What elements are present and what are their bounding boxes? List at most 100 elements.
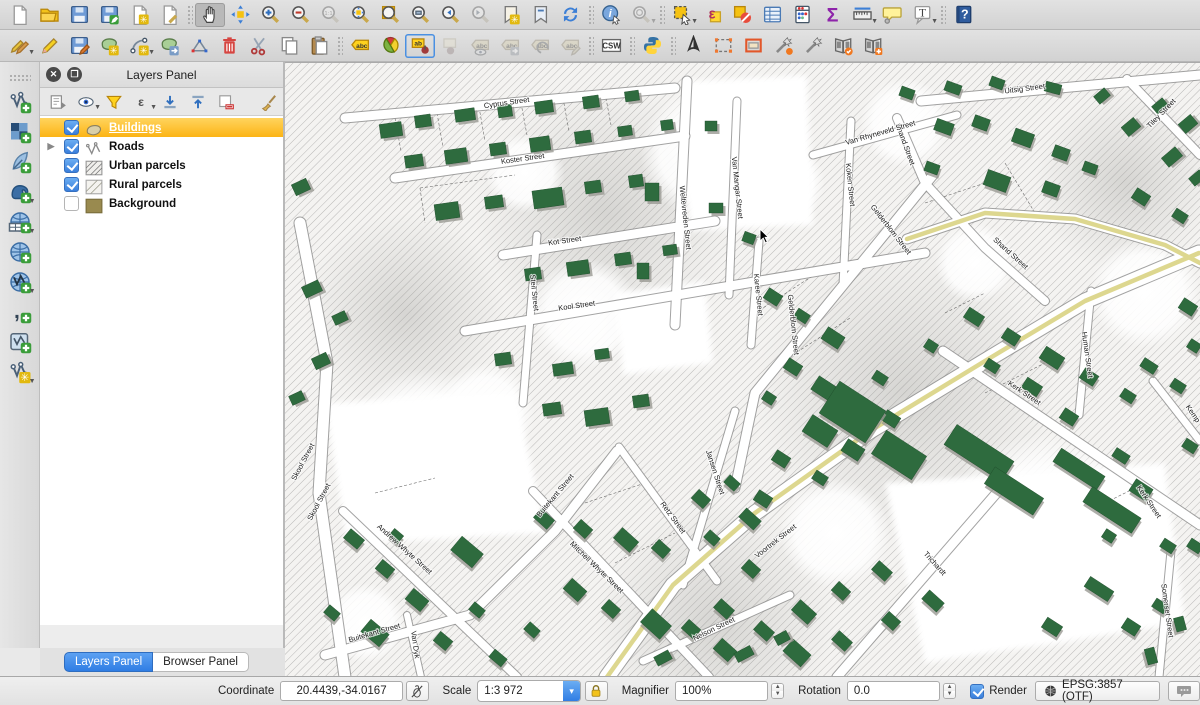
layer-item-buildings[interactable]: Buildings	[40, 118, 283, 137]
help-icon[interactable]: ?	[948, 3, 978, 27]
add-postgis-layer-icon[interactable]: ▼	[5, 177, 35, 207]
layer-item-urban-parcels[interactable]: Urban parcels	[40, 156, 283, 175]
field-calculator-icon[interactable]	[787, 3, 817, 27]
select-region-plugin-icon[interactable]	[708, 34, 738, 58]
copy-features-icon[interactable]	[274, 34, 304, 58]
add-raster-layer-icon[interactable]	[5, 117, 35, 147]
expand-arrow-icon[interactable]: ▶	[44, 141, 58, 152]
add-wfs-layer-icon[interactable]: ▼	[5, 267, 35, 297]
scale-lock-icon[interactable]	[585, 681, 608, 701]
new-geopackage-layer-icon[interactable]	[5, 327, 35, 357]
move-feature-icon[interactable]	[154, 34, 184, 58]
add-circular-string-icon[interactable]: ✳▼	[124, 34, 154, 58]
crs-status-button[interactable]: EPSG:3857 (OTF)	[1035, 681, 1160, 701]
messages-icon[interactable]	[1168, 681, 1200, 701]
remove-layer-icon[interactable]	[212, 91, 240, 113]
zoom-full-icon[interactable]	[345, 3, 375, 27]
map-canvas[interactable]: Cyprus StreetKoster StreetKot StreetKool…	[285, 62, 1200, 676]
collapse-all-icon[interactable]	[184, 91, 212, 113]
layer-swatch-icon	[85, 140, 103, 153]
mouse-tracking-icon[interactable]	[406, 681, 429, 701]
dock-tab-layers-panel[interactable]: Layers Panel	[64, 652, 153, 672]
rotation-stepper[interactable]: ▲▼	[943, 683, 956, 699]
north-arrow-plugin-icon[interactable]	[678, 34, 708, 58]
scale-combobox[interactable]: 1:3 972 ▾	[477, 680, 581, 702]
layer-item-rural-parcels[interactable]: Rural parcels	[40, 175, 283, 194]
layer-styling-icon[interactable]	[44, 91, 72, 113]
refresh-icon[interactable]	[555, 3, 585, 27]
metasearch-csw-icon[interactable]: CSW	[596, 34, 626, 58]
add-delimited-text-icon[interactable]: ,	[5, 297, 35, 327]
magic-wand-plugin-icon[interactable]	[798, 34, 828, 58]
new-bookmark-icon[interactable]: ✳	[495, 3, 525, 27]
layer-visibility-checkbox[interactable]	[64, 177, 79, 192]
render-label: Render	[989, 685, 1027, 697]
node-tool-icon[interactable]	[184, 34, 214, 58]
open-project-icon[interactable]	[34, 3, 64, 27]
clear-all-icon[interactable]	[255, 91, 283, 113]
layer-labeling-icon[interactable]: abc	[345, 34, 375, 58]
show-bookmarks-icon[interactable]	[525, 3, 555, 27]
layer-visibility-checkbox[interactable]	[64, 139, 79, 154]
select-expression-icon[interactable]: ε	[697, 3, 727, 27]
filter-legend-icon[interactable]	[100, 91, 128, 113]
save-project-as-icon[interactable]	[94, 3, 124, 27]
save-layer-edits-icon[interactable]	[64, 34, 94, 58]
catalog-check-plugin-icon[interactable]	[828, 34, 858, 58]
pan-map-icon[interactable]	[195, 3, 225, 27]
add-spatialite-layer-icon[interactable]	[5, 147, 35, 177]
zoom-in-icon[interactable]	[255, 3, 285, 27]
new-shapefile-layer-icon[interactable]: ✳▼	[5, 357, 35, 387]
catalog-add-plugin-icon[interactable]	[858, 34, 888, 58]
map-tips-icon[interactable]	[877, 3, 907, 27]
zoom-last-icon[interactable]	[435, 3, 465, 27]
scale-dropdown-icon[interactable]: ▾	[563, 681, 580, 701]
toggle-editing-icon[interactable]	[34, 34, 64, 58]
magnifier-stepper[interactable]: ▲▼	[771, 683, 784, 699]
svg-text:✳: ✳	[20, 372, 29, 384]
layer-visibility-checkbox[interactable]	[64, 120, 79, 135]
rotation-input[interactable]: 0.0	[847, 681, 940, 701]
zoom-to-selection-icon[interactable]	[375, 3, 405, 27]
deselect-all-icon[interactable]	[727, 3, 757, 27]
layer-diagram-icon[interactable]	[375, 34, 405, 58]
current-edits-icon[interactable]: ▼	[4, 34, 34, 58]
composer-manager-icon[interactable]	[154, 3, 184, 27]
save-project-icon[interactable]	[64, 3, 94, 27]
magic-wand-run-plugin-icon[interactable]	[768, 34, 798, 58]
python-console-icon[interactable]	[637, 34, 667, 58]
coordinate-input[interactable]: 20.4439,-34.0167	[280, 681, 403, 701]
layer-item-roads[interactable]: ▶Roads	[40, 137, 283, 156]
select-features-icon[interactable]: ▼	[667, 3, 697, 27]
zoom-out-icon[interactable]	[285, 3, 315, 27]
text-annotation-icon[interactable]: T▼	[907, 3, 937, 27]
measure-icon[interactable]: ▼	[847, 3, 877, 27]
filter-expression-icon[interactable]: ε▼	[128, 91, 156, 113]
expand-all-icon[interactable]	[156, 91, 184, 113]
dock-tab-browser-panel[interactable]: Browser Panel	[153, 652, 249, 672]
pan-to-selection-icon[interactable]	[225, 3, 255, 27]
attribute-table-icon[interactable]	[757, 3, 787, 27]
delete-selected-icon[interactable]	[214, 34, 244, 58]
layer-visibility-icon[interactable]: ▼	[72, 91, 100, 113]
cut-features-icon[interactable]	[244, 34, 274, 58]
add-wcs-layer-icon[interactable]	[5, 237, 35, 267]
add-vector-layer-icon[interactable]	[5, 87, 35, 117]
statistics-icon[interactable]: Σ	[817, 3, 847, 27]
scale-label: Scale	[443, 685, 472, 697]
zoom-to-layer-icon[interactable]	[405, 3, 435, 27]
magnifier-input[interactable]: 100%	[675, 681, 768, 701]
layer-visibility-checkbox[interactable]	[64, 196, 79, 211]
paste-features-icon[interactable]	[304, 34, 334, 58]
layer-visibility-checkbox[interactable]	[64, 158, 79, 173]
set-extent-plugin-icon[interactable]	[738, 34, 768, 58]
layer-item-background[interactable]: Background	[40, 194, 283, 213]
add-feature-icon[interactable]: ✳	[94, 34, 124, 58]
pin-labels-icon[interactable]: ab	[405, 34, 435, 58]
add-wms-layer-icon[interactable]: ▼	[5, 207, 35, 237]
identify-icon[interactable]: i	[596, 3, 626, 27]
new-project-icon[interactable]	[4, 3, 34, 27]
scale-value: 1:3 972	[478, 685, 563, 697]
render-checkbox[interactable]	[970, 684, 984, 699]
new-composer-icon[interactable]: ✳	[124, 3, 154, 27]
